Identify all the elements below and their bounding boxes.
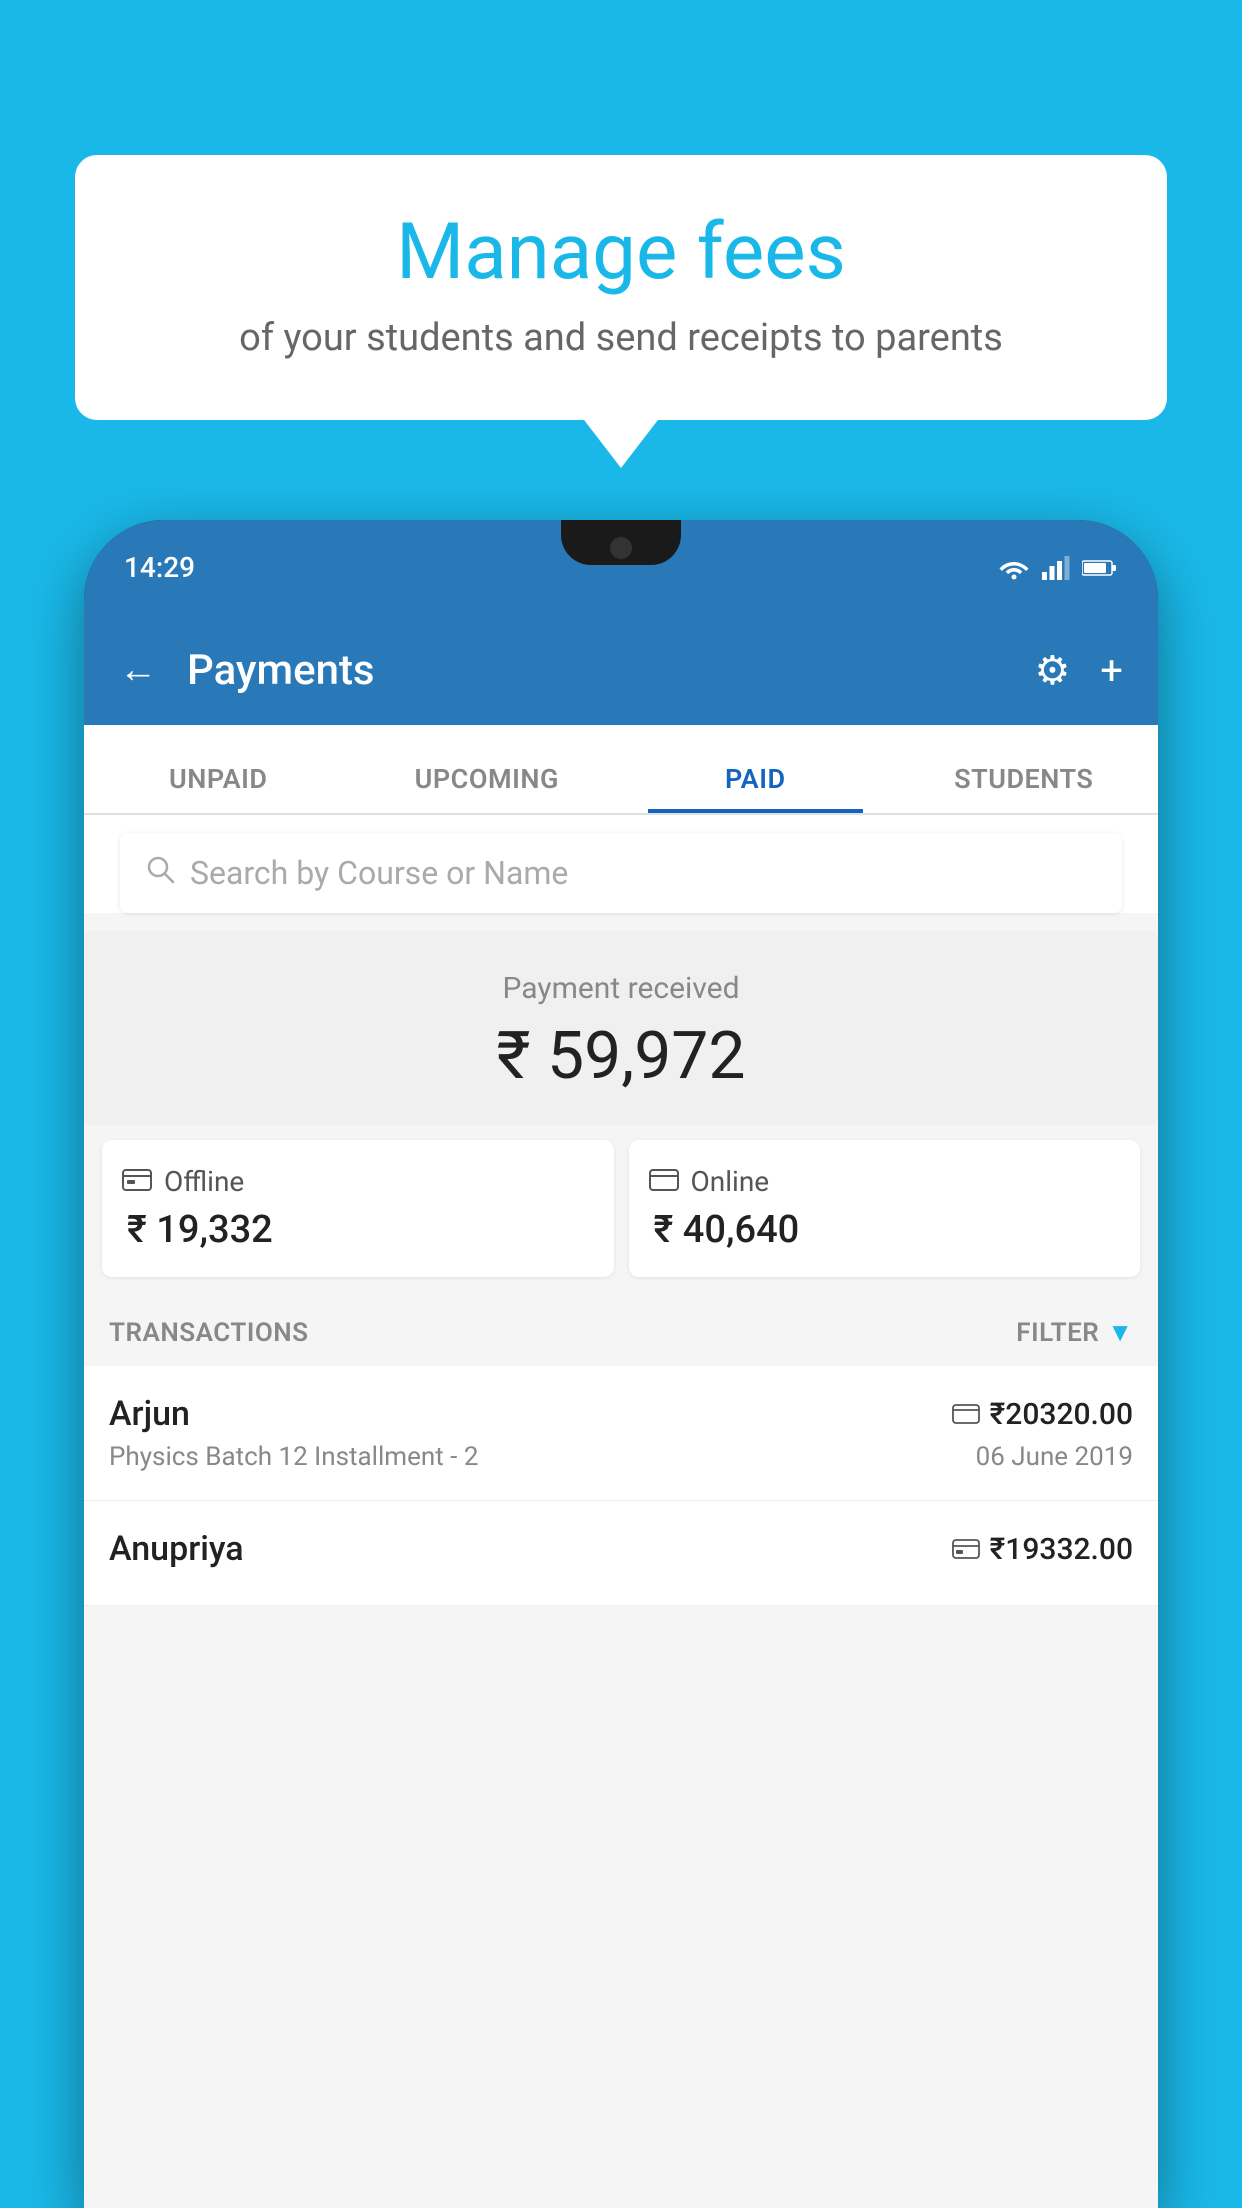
wifi-icon bbox=[998, 556, 1030, 580]
search-icon bbox=[145, 853, 175, 893]
speech-bubble-container: Manage fees of your students and send re… bbox=[75, 155, 1167, 420]
online-payment-icon bbox=[952, 1398, 980, 1431]
app-bar-icons: ⚙ + bbox=[1034, 647, 1123, 694]
transactions-header: TRANSACTIONS FILTER ▼ bbox=[84, 1292, 1158, 1366]
bubble-subtitle: of your students and send receipts to pa… bbox=[135, 316, 1107, 360]
tab-upcoming[interactable]: UPCOMING bbox=[353, 763, 622, 813]
offline-amount: ₹ 19,332 bbox=[122, 1208, 594, 1252]
payment-received-label: Payment received bbox=[104, 971, 1138, 1006]
status-time: 14:29 bbox=[124, 551, 195, 584]
transaction-row[interactable]: Anupriya ₹19332.00 bbox=[84, 1501, 1158, 1606]
payment-received-amount: ₹ 59,972 bbox=[104, 1018, 1138, 1095]
transaction-amount-2: ₹19332.00 bbox=[990, 1532, 1133, 1567]
online-label: Online bbox=[691, 1165, 770, 1198]
settings-icon[interactable]: ⚙ bbox=[1034, 647, 1070, 694]
filter-wrap[interactable]: FILTER ▼ bbox=[1016, 1317, 1133, 1348]
offline-payment-icon bbox=[952, 1533, 980, 1566]
transactions-label: TRANSACTIONS bbox=[109, 1318, 309, 1348]
phone-frame: 14:29 bbox=[84, 520, 1158, 2208]
notch bbox=[561, 520, 681, 565]
offline-icon bbox=[122, 1165, 152, 1198]
filter-label: FILTER bbox=[1016, 1318, 1099, 1348]
transaction-amount-wrap-2: ₹19332.00 bbox=[952, 1532, 1133, 1567]
app-bar-title: Payments bbox=[187, 646, 1014, 695]
tab-paid[interactable]: PAID bbox=[621, 763, 890, 813]
back-button[interactable]: ← bbox=[119, 648, 157, 692]
offline-label: Offline bbox=[164, 1165, 244, 1198]
tab-unpaid[interactable]: UNPAID bbox=[84, 763, 353, 813]
payment-cards-row: Offline ₹ 19,332 Online ₹ 40,640 bbox=[102, 1140, 1140, 1277]
filter-icon: ▼ bbox=[1107, 1317, 1133, 1348]
speech-bubble: Manage fees of your students and send re… bbox=[75, 155, 1167, 420]
transaction-amount: ₹20320.00 bbox=[990, 1397, 1133, 1432]
transaction-name: Arjun bbox=[109, 1394, 190, 1434]
phone-screen: UNPAID UPCOMING PAID STUDENTS bbox=[84, 725, 1158, 2208]
offline-card: Offline ₹ 19,332 bbox=[102, 1140, 614, 1277]
camera bbox=[610, 537, 632, 559]
battery-icon bbox=[1082, 559, 1118, 577]
online-amount: ₹ 40,640 bbox=[649, 1208, 1121, 1252]
bubble-title: Manage fees bbox=[135, 210, 1107, 296]
payment-received-section: Payment received ₹ 59,972 bbox=[84, 931, 1158, 1125]
transaction-course: Physics Batch 12 Installment - 2 bbox=[109, 1442, 478, 1472]
tab-bar: UNPAID UPCOMING PAID STUDENTS bbox=[84, 725, 1158, 815]
app-bar: ← Payments ⚙ + bbox=[84, 615, 1158, 725]
add-icon[interactable]: + bbox=[1100, 647, 1123, 694]
transaction-row[interactable]: Arjun ₹20320.00 Physics Batch 12 Install… bbox=[84, 1366, 1158, 1501]
transaction-name-2: Anupriya bbox=[109, 1529, 244, 1569]
tab-students[interactable]: STUDENTS bbox=[890, 763, 1159, 813]
search-bar[interactable]: Search by Course or Name bbox=[120, 833, 1122, 913]
status-icons bbox=[998, 556, 1118, 580]
online-card: Online ₹ 40,640 bbox=[629, 1140, 1141, 1277]
transaction-date: 06 June 2019 bbox=[976, 1442, 1133, 1472]
transaction-amount-wrap: ₹20320.00 bbox=[952, 1397, 1133, 1432]
signal-icon bbox=[1042, 556, 1070, 580]
online-icon bbox=[649, 1165, 679, 1198]
status-bar: 14:29 bbox=[84, 520, 1158, 615]
search-placeholder: Search by Course or Name bbox=[190, 854, 568, 892]
